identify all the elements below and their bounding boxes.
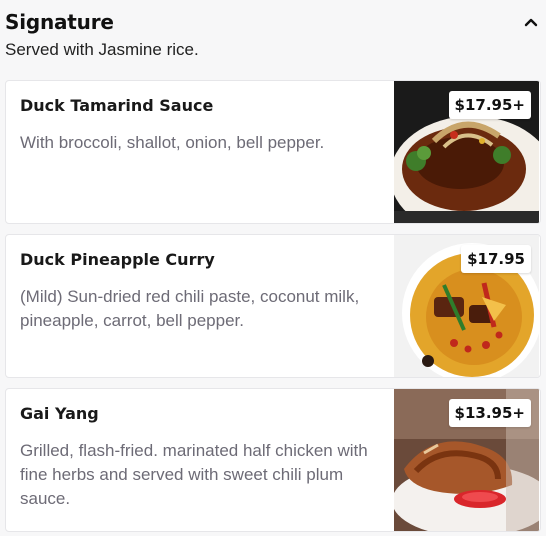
section-subtitle: Served with Jasmine rice. xyxy=(5,40,199,59)
menu-item-card[interactable]: Gai Yang Grilled, flash-fried. marinated… xyxy=(5,388,541,532)
menu-item-description: (Mild) Sun-dried red chili paste, coconu… xyxy=(20,287,360,330)
menu-item-photo: $17.95 xyxy=(394,235,539,377)
menu-item-name: Duck Tamarind Sauce xyxy=(20,96,214,115)
section-title: Signature xyxy=(5,10,114,34)
menu-item-name: Duck Pineapple Curry xyxy=(20,250,215,269)
menu-item-card[interactable]: Duck Pineapple Curry (Mild) Sun-dried re… xyxy=(5,234,541,378)
menu-item-description: With broccoli, shallot, onion, bell pepp… xyxy=(20,133,325,152)
chevron-up-icon xyxy=(524,18,538,27)
menu-item-photo: $13.95+ xyxy=(394,389,539,531)
collapse-section-button[interactable] xyxy=(521,12,541,32)
menu-item-name: Gai Yang xyxy=(20,404,99,423)
price-badge: $17.95+ xyxy=(448,91,531,119)
menu-item-card[interactable]: Duck Tamarind Sauce With broccoli, shall… xyxy=(5,80,541,224)
menu-item-photo: $17.95+ xyxy=(394,81,539,223)
section-header: Signature Served with Jasmine rice. xyxy=(5,8,541,68)
price-badge: $17.95 xyxy=(461,245,531,273)
menu-item-description: Grilled, flash-fried. marinated half chi… xyxy=(20,441,368,508)
price-badge: $13.95+ xyxy=(448,399,531,427)
